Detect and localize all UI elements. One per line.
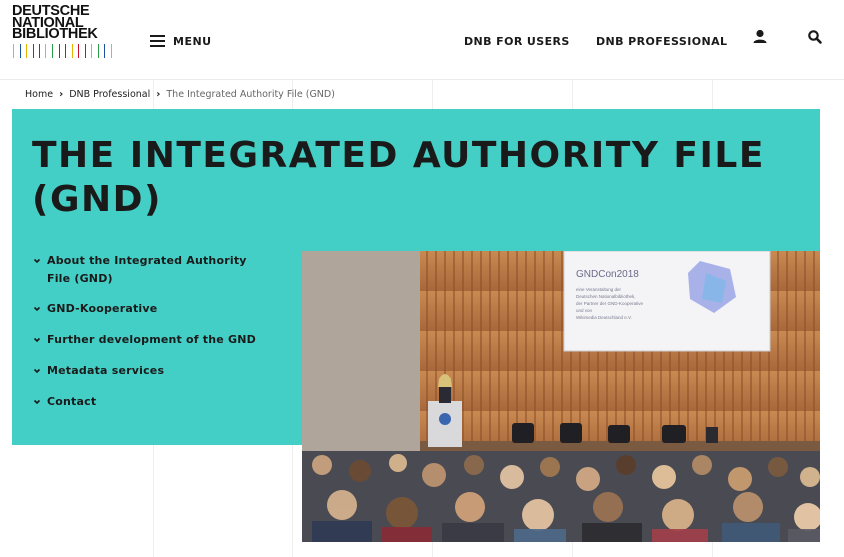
conference-photo: GNDCon2018 eine Veranstaltung der Deutsc… (302, 251, 820, 542)
chevron-down-icon (33, 306, 41, 312)
chevron-down-icon (33, 368, 41, 374)
site-header: DEUTSCHE NATIONAL BIBLIOTHEK MENU DNB FO… (0, 0, 844, 80)
nav-dnb-professional[interactable]: DNB PROFESSIONAL (596, 35, 727, 48)
screen-line: und von (576, 308, 593, 313)
user-icon[interactable] (751, 28, 769, 46)
dnb-logo[interactable]: DEUTSCHE NATIONAL BIBLIOTHEK (12, 4, 116, 58)
screen-line: der Partner der GND-Kooperative (576, 301, 644, 306)
section-nav-item-gnd-kooperative[interactable]: GND-Kooperative (32, 300, 262, 318)
screen-line: Deutschen Nationalbibliothek, (576, 294, 636, 299)
hamburger-icon (150, 35, 165, 47)
chevron-down-icon (33, 337, 41, 343)
menu-label: MENU (173, 34, 212, 48)
search-icon[interactable] (806, 28, 824, 46)
section-nav-item-metadata-services[interactable]: Metadata services (32, 362, 262, 380)
logo-barcode (12, 44, 116, 58)
chevron-down-icon (33, 399, 41, 405)
menu-button[interactable]: MENU (150, 33, 212, 49)
section-nav-item-further-development[interactable]: Further development of the GND (32, 331, 262, 349)
logo-line-3: BIBLIOTHEK (12, 26, 98, 42)
section-nav-label: About the Integrated Authority File (GND… (47, 254, 247, 285)
breadcrumb-separator-icon: › (156, 89, 161, 100)
chevron-down-icon (33, 258, 41, 264)
breadcrumb-separator-icon: › (59, 89, 64, 100)
section-nav-item-contact[interactable]: Contact (32, 393, 262, 411)
section-nav-label: Further development of the GND (47, 333, 256, 346)
breadcrumb-current: The Integrated Authority File (GND) (166, 89, 335, 100)
section-nav-label: GND-Kooperative (47, 302, 158, 315)
breadcrumb-dnb-professional[interactable]: DNB Professional (69, 89, 150, 100)
breadcrumb-home[interactable]: Home (25, 89, 53, 100)
section-nav-item-about[interactable]: About the Integrated Authority File (GND… (32, 252, 262, 288)
section-nav: About the Integrated Authority File (GND… (32, 252, 262, 424)
page-title: THE INTEGRATED AUTHORITY FILE (GND) (32, 135, 765, 220)
screen-title: GNDCon2018 (576, 269, 639, 280)
breadcrumb: Home › DNB Professional › The Integrated… (25, 89, 335, 100)
section-nav-label: Metadata services (47, 364, 165, 377)
nav-dnb-for-users[interactable]: DNB FOR USERS (464, 35, 570, 48)
screen-line: Wikimedia Deutschland e.V. (576, 315, 632, 320)
section-nav-label: Contact (47, 395, 97, 408)
screen-line: eine Veranstaltung der (576, 287, 622, 292)
